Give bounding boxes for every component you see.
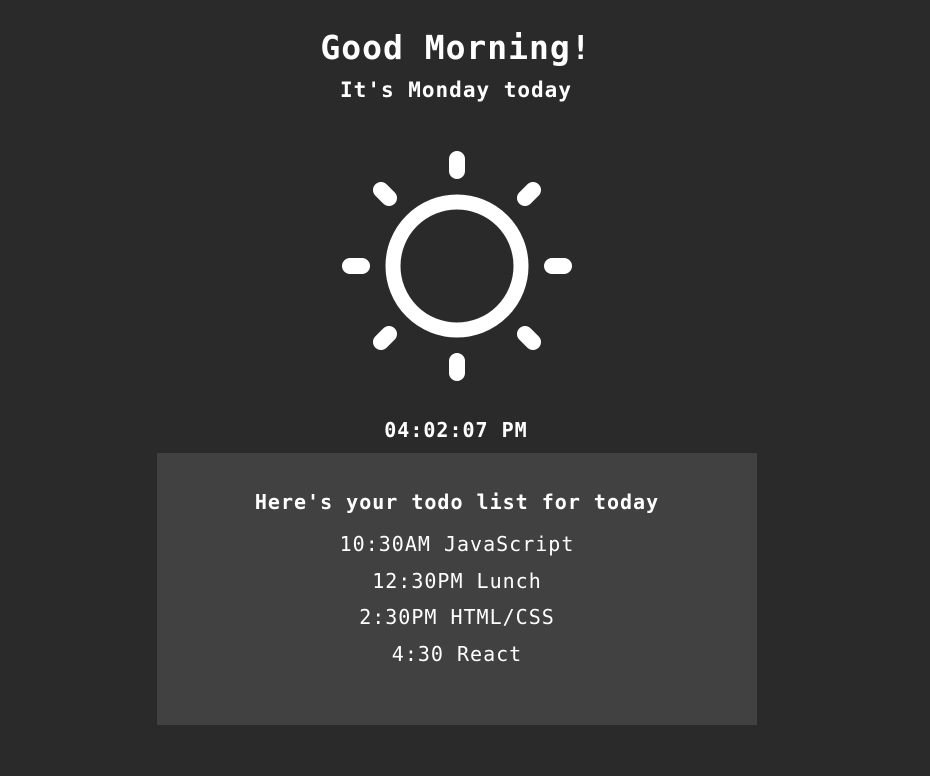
current-time: 04:02:07 PM <box>384 418 528 442</box>
sun-icon <box>341 150 573 382</box>
todo-heading: Here's your todo list for today <box>254 490 660 514</box>
todo-panel: Here's your todo list for today 10:30AM … <box>157 453 757 725</box>
todo-item: 10:30AM JavaScript <box>339 532 575 556</box>
todo-item: 2:30PM HTML/CSS <box>359 605 555 629</box>
day-subtitle: It's Monday today <box>340 78 572 102</box>
todo-list: 10:30AM JavaScript 12:30PM Lunch 2:30PM … <box>157 531 757 677</box>
app-screen: Good Morning! It's Monday today 04:02:07… <box>0 0 930 776</box>
todo-item: 4:30 React <box>391 641 523 666</box>
greeting-title: Good Morning! <box>320 28 592 67</box>
todo-item: 12:30PM Lunch <box>372 568 542 593</box>
